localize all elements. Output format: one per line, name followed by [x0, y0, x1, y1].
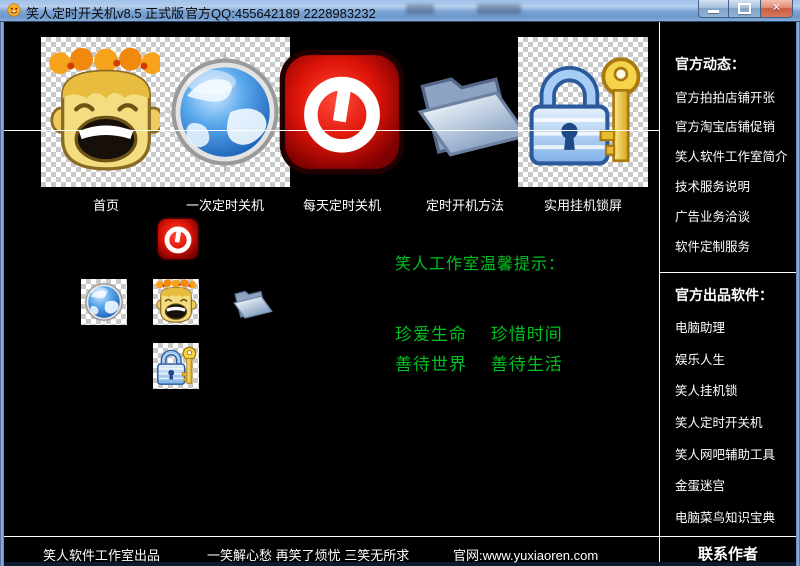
maximize-button[interactable] — [729, 0, 760, 18]
sidebar-item-custom-software[interactable]: 软件定制服务 — [675, 236, 750, 255]
nav-item-boot-method[interactable]: 定时开机方法 — [400, 37, 530, 214]
titlebar-glass-smudge — [477, 4, 521, 14]
sidebar-item-ad-business[interactable]: 广告业务洽谈 — [675, 206, 750, 225]
sidebar-item-timed-switch[interactable]: 笑人定时开关机 — [675, 412, 763, 431]
sidebar-item-xiaoren-lock[interactable]: 笑人挂机锁 — [675, 380, 738, 399]
window-title-qq: 官方QQ:455642189 2228983232 — [185, 3, 376, 22]
nav-label[interactable]: 一次定时关机 — [160, 195, 290, 214]
globe-icon[interactable] — [160, 37, 290, 187]
close-button[interactable]: ✕ — [760, 0, 793, 18]
smiley-icon[interactable] — [41, 37, 171, 187]
power-icon — [155, 216, 201, 262]
nav-item-home[interactable]: 首页 — [41, 37, 171, 214]
sidebar-item-pc-newbie-book[interactable]: 电脑菜鸟知识宝典 — [675, 507, 775, 526]
content-area: 首页 一次定时关机 每天定时关机 定时开机方法 实用挂机锁屏 笑人工作室 — [4, 21, 796, 562]
nav-item-daily-shutdown[interactable]: 每天定时关机 — [277, 37, 407, 214]
contact-author-button[interactable]: 联系作者 — [660, 543, 796, 564]
nav-label[interactable]: 首页 — [41, 195, 171, 214]
sidebar-item-pc-assistant[interactable]: 电脑助理 — [675, 317, 725, 336]
window-frame-left — [0, 0, 4, 566]
smiley-icon — [153, 279, 199, 325]
nav-item-once-shutdown[interactable]: 一次定时关机 — [160, 37, 290, 214]
sidebar-news-heading: 官方动态： — [675, 54, 745, 74]
nav-label[interactable]: 定时开机方法 — [400, 195, 530, 214]
window-frame-right — [796, 0, 800, 566]
sidebar-item-tech-service[interactable]: 技术服务说明 — [675, 176, 750, 195]
toolbar-divider — [4, 130, 659, 131]
window-frame-bottom — [0, 562, 800, 566]
footer-divider — [4, 536, 796, 537]
hint-line-2: 善待世界 善待生活 — [395, 350, 563, 375]
nav-label[interactable]: 每天定时关机 — [277, 195, 407, 214]
folder-icon — [227, 280, 273, 326]
sidebar-item-paipai[interactable]: 官方拍拍店铺开张 — [675, 87, 775, 106]
titlebar[interactable]: 笑人定时开关机v8.5 正式版 官方QQ:455642189 222898323… — [0, 0, 800, 22]
minimize-icon — [708, 10, 719, 13]
sidebar-item-netbar-tool[interactable]: 笑人网吧辅助工具 — [675, 444, 775, 463]
nav-item-lock-screen[interactable]: 实用挂机锁屏 — [518, 37, 648, 214]
caption-buttons: ✕ — [698, 0, 793, 18]
lock-icon — [153, 343, 199, 389]
folder-icon[interactable] — [400, 37, 530, 187]
maximize-icon — [738, 3, 751, 14]
hint-title: 笑人工作室温馨提示： — [395, 250, 565, 274]
sidebar-divider — [659, 21, 660, 562]
sidebar-products-heading: 官方出品软件： — [675, 285, 773, 305]
app-window: 笑人定时开关机v8.5 正式版 官方QQ:455642189 222898323… — [0, 0, 800, 566]
sidebar-item-fun-life[interactable]: 娱乐人生 — [675, 349, 725, 368]
close-icon: ✕ — [772, 3, 781, 14]
sidebar-item-studio-intro[interactable]: 笑人软件工作室简介 — [675, 146, 788, 165]
lock-icon[interactable] — [518, 37, 648, 187]
sidebar-item-golden-egg-maze[interactable]: 金蛋迷宫 — [675, 475, 725, 494]
sidebar-section-divider — [660, 272, 796, 273]
titlebar-glass-smudge — [406, 4, 434, 14]
power-icon[interactable] — [277, 37, 407, 187]
globe-icon — [81, 279, 127, 325]
hint-line-1: 珍爱生命 珍惜时间 — [395, 320, 563, 345]
nav-label[interactable]: 实用挂机锁屏 — [518, 195, 648, 214]
app-smiley-icon — [7, 3, 21, 17]
sidebar-item-taobao[interactable]: 官方淘宝店铺促销 — [675, 116, 775, 135]
minimize-button[interactable] — [698, 0, 729, 18]
window-title: 笑人定时开关机v8.5 正式版 — [26, 3, 184, 22]
